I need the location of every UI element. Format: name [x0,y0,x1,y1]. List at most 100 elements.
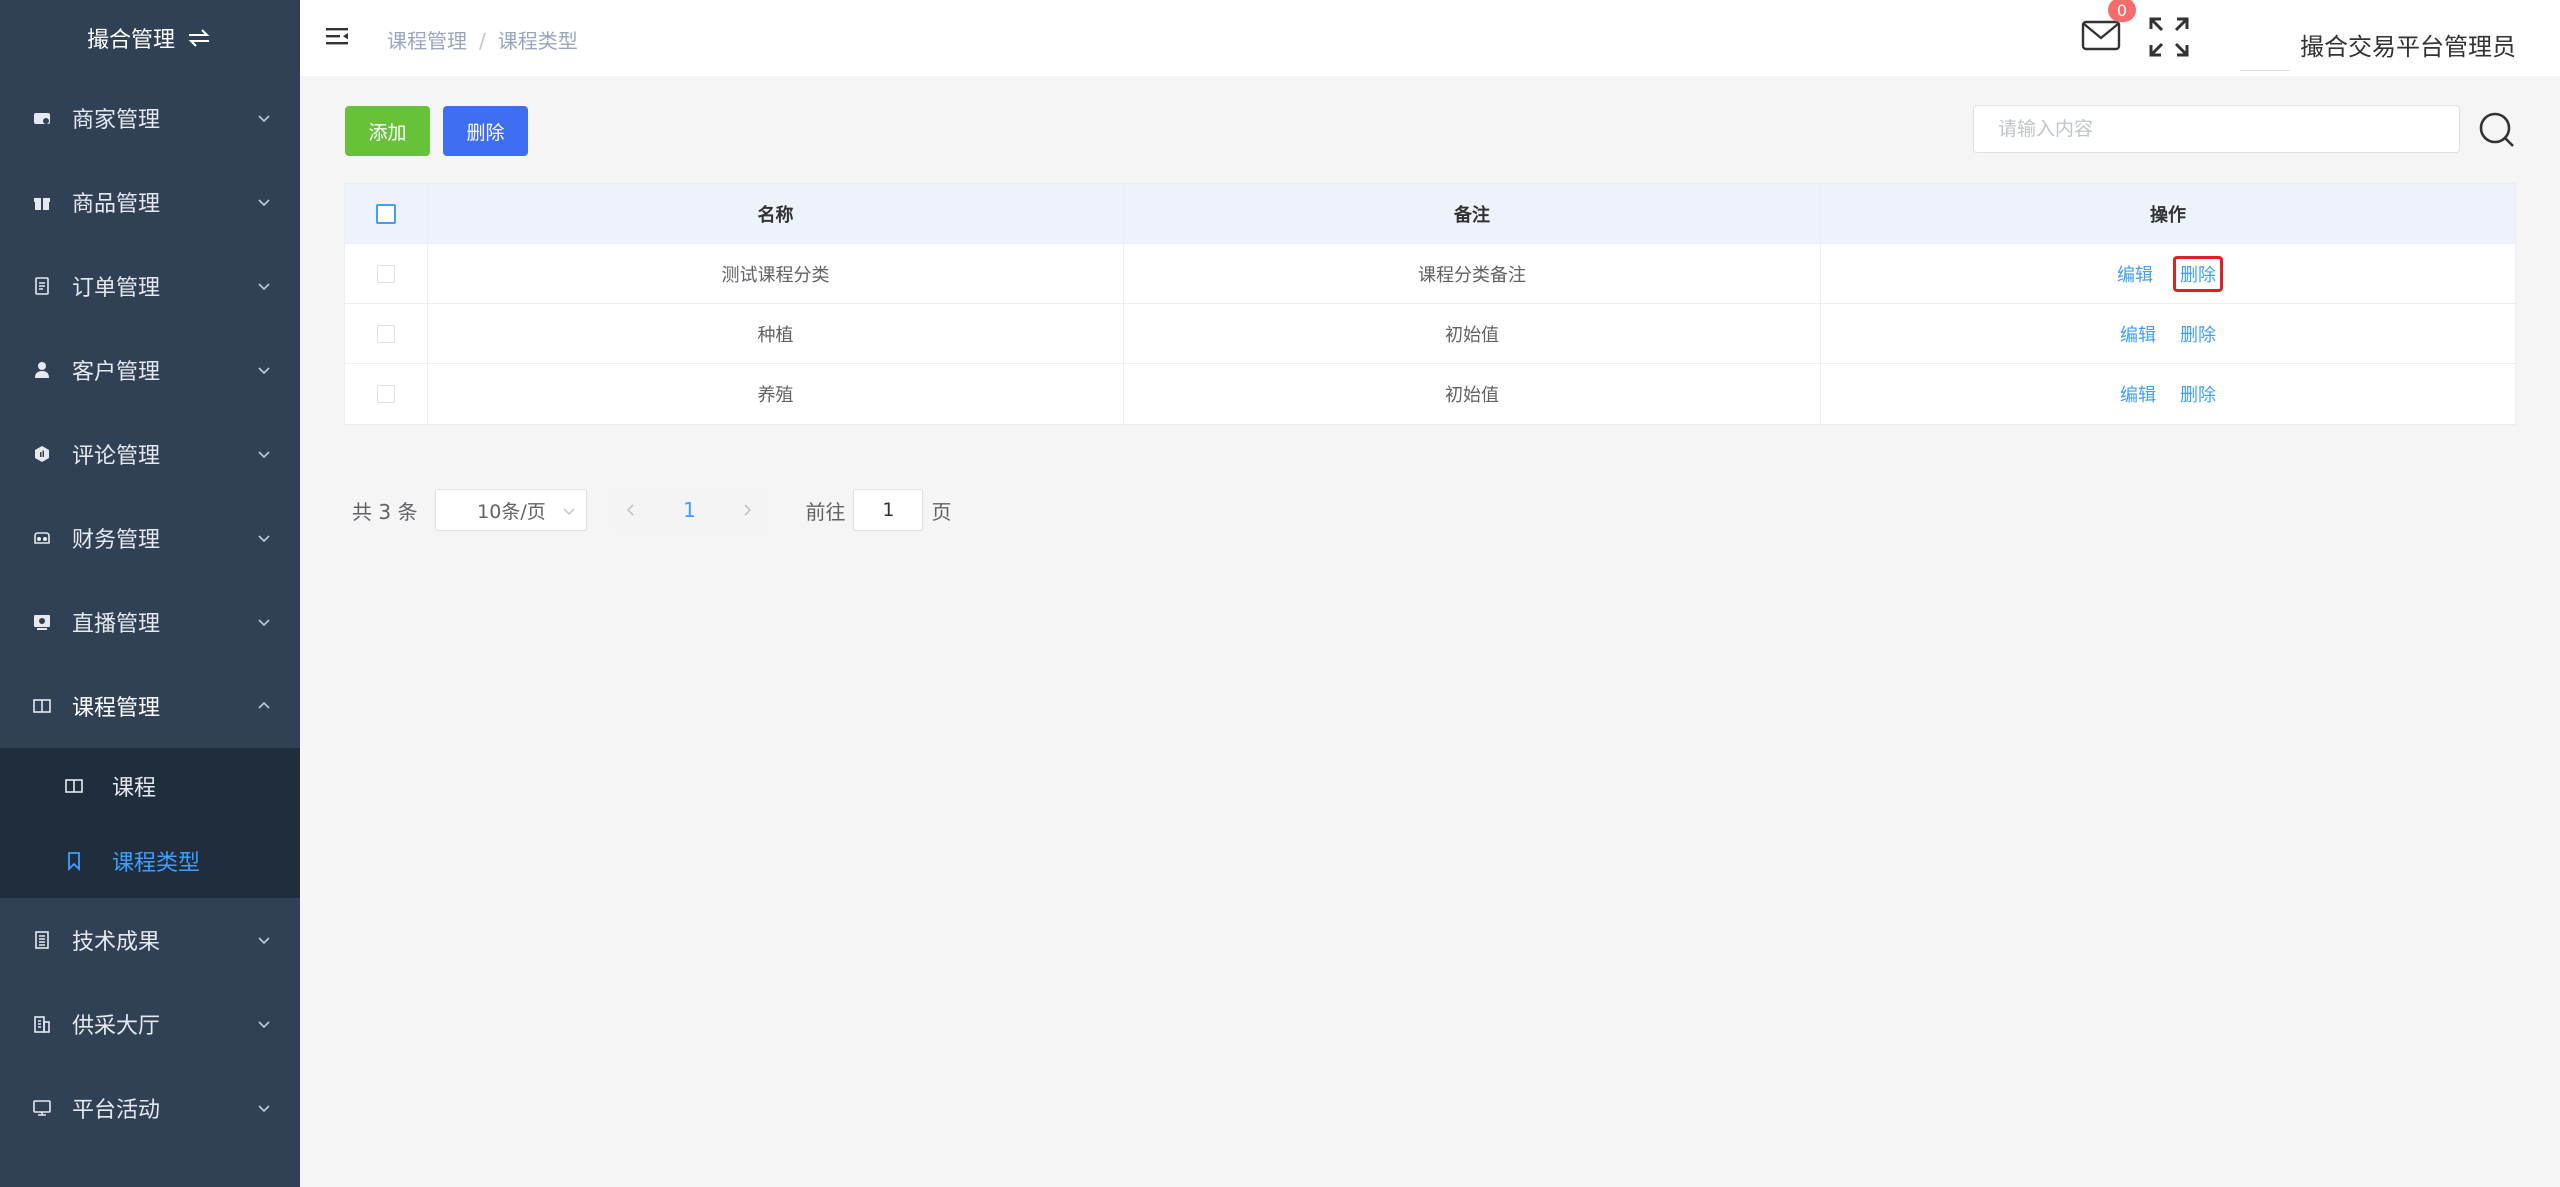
sidebar-item-tech-results[interactable]: 技术成果 [0,898,300,982]
user-icon [32,360,52,380]
sidebar-item-products[interactable]: 商品管理 [0,160,300,244]
row-checkbox[interactable] [377,264,395,283]
sidebar-item-label: 供采大厅 [72,1014,161,1039]
note-cell: 初始值 [1124,364,1821,424]
sidebar-item-label: 技术成果 [72,930,161,955]
table-row: 养殖 初始值 编辑 删除 [345,364,2515,424]
actions-cell: 编辑 删除 [1821,244,2515,303]
goto-page-input[interactable]: 1 [853,489,924,531]
chevron-down-icon [258,1021,270,1029]
total-count: 共 3 条 [352,499,418,524]
column-header-name: 名称 [428,184,1124,243]
sidebar-item-label: 直播管理 [72,612,161,637]
actions-cell: 编辑 删除 [1821,304,2515,363]
name-cell: 种植 [428,304,1124,363]
switch-icon[interactable] [185,27,213,49]
edit-link[interactable]: 编辑 [2116,319,2160,349]
chevron-right-icon [744,504,752,516]
sidebar-item-merchants[interactable]: 商家管理 [0,76,300,160]
next-page-button[interactable] [725,490,770,530]
sidebar-item-label: 商家管理 [72,108,161,133]
courses-submenu: 课程 课程类型 [0,748,300,898]
sidebar-subitem-label: 课程类型 [112,850,201,876]
sidebar-item-label: 评论管理 [72,444,161,469]
store-icon [32,108,52,128]
sidebar-item-label: 订单管理 [72,276,161,301]
sidebar-item-courses[interactable]: 课程管理 [0,664,300,748]
menu-toggle-icon[interactable] [326,26,350,48]
delete-link[interactable]: 删除 [2176,319,2220,349]
document-icon [32,276,52,296]
add-button[interactable]: 添加 [345,106,430,156]
breadcrumb-item[interactable]: 课程管理 [387,29,467,53]
row-checkbox[interactable] [377,385,395,403]
sidebar-subitem-course[interactable]: 课程 [0,748,300,823]
sidebar-item-live[interactable]: 直播管理 [0,580,300,664]
sidebar-item-customers[interactable]: 客户管理 [0,328,300,412]
select-all-checkbox[interactable] [376,203,396,224]
page-size-select[interactable]: 10条/页 [435,489,588,531]
list-icon [32,930,52,950]
chevron-down-icon [258,535,270,543]
sidebar-title: 撮合管理 [86,28,175,53]
page-size-value: 10条/页 [477,500,546,523]
edit-link[interactable]: 编辑 [2116,379,2160,409]
fullscreen-icon[interactable] [2148,16,2190,58]
chevron-down-icon [258,115,270,123]
page-number-current[interactable]: 1 [653,490,726,530]
sidebar-item-procurement[interactable]: 供采大厅 [0,982,300,1066]
batch-delete-button[interactable]: 删除 [443,106,528,156]
chevron-down-icon [258,451,270,459]
table-row: 种植 初始值 编辑 删除 [345,304,2515,364]
actions-cell: 编辑 删除 [1821,364,2515,424]
breadcrumb-item-current: 课程类型 [497,29,578,53]
row-checkbox[interactable] [377,324,395,343]
row-select-cell [345,364,428,424]
sidebar-item-label: 课程管理 [72,696,161,721]
gift-icon [32,192,52,212]
sidebar-item-label: 财务管理 [72,528,161,553]
name-cell: 养殖 [428,364,1124,424]
search-icon[interactable] [2478,111,2516,149]
sidebar-item-activities[interactable]: 平台活动 [0,1066,300,1150]
note-cell: 初始值 [1124,304,1821,363]
select-all-cell [345,184,428,243]
sidebar-header: 撮合管理 [0,0,300,76]
delete-link[interactable]: 删除 [2173,255,2223,292]
row-select-cell [345,244,428,303]
edit-link[interactable]: 编辑 [2113,259,2157,289]
chevron-down-icon [258,199,270,207]
wallet-icon [32,528,52,548]
column-header-note: 备注 [1124,184,1821,243]
chevron-down-icon [258,283,270,291]
sidebar-item-label: 商品管理 [72,192,161,217]
note-cell: 课程分类备注 [1124,244,1821,303]
sidebar-item-label: 客户管理 [72,360,161,385]
book-icon [32,696,52,716]
book-icon [64,776,84,796]
prev-page-button[interactable] [609,490,654,530]
table-row: 测试课程分类 课程分类备注 编辑 删除 [345,244,2515,304]
mail-icon[interactable] [2081,18,2121,52]
pagination: 共 3 条 10条/页 1 前往 1 页 [352,489,951,531]
building-icon [32,1014,52,1034]
sidebar-item-orders[interactable]: 订单管理 [0,244,300,328]
username[interactable]: 撮合交易平台管理员 [2300,27,2516,62]
goto-suffix: 页 [931,499,952,524]
sidebar-item-comments[interactable]: 评论管理 [0,412,300,496]
breadcrumb-separator: / [479,29,486,53]
chevron-down-icon [563,508,575,516]
sidebar-subitem-course-type[interactable]: 课程类型 [0,823,300,898]
delete-link[interactable]: 删除 [2176,379,2220,409]
row-select-cell [345,304,428,363]
avatar[interactable] [2240,8,2290,71]
chevron-down-icon [258,1105,270,1113]
sidebar-subitem-label: 课程 [112,775,157,801]
chevron-down-icon [258,367,270,375]
monitor-icon [32,1098,52,1118]
column-header-actions: 操作 [2150,204,2186,226]
search-input[interactable] [1973,105,2460,153]
sidebar-item-finance[interactable]: 财务管理 [0,496,300,580]
chevron-left-icon [627,504,635,516]
page-jumper: 前往 1 页 [805,489,951,531]
